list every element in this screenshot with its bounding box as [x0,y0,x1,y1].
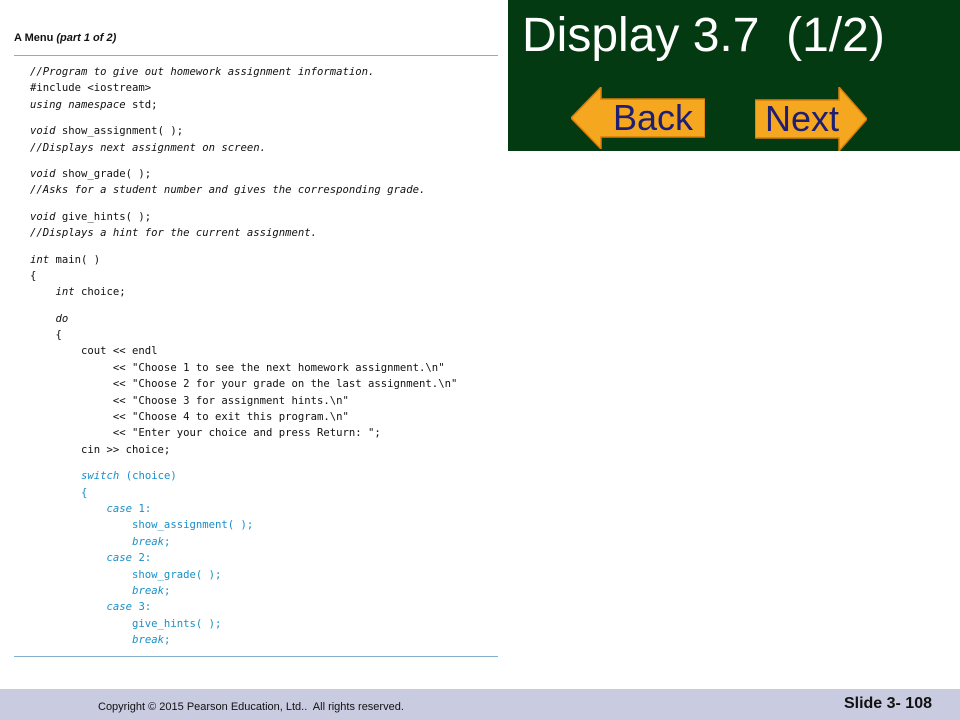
code-line: cout << endl [30,345,158,358]
code-line: using namespace std; [30,98,158,111]
code-line: //Program to give out homework assignmen… [30,66,375,78]
code-line: int main( ) [30,253,101,266]
code-line: void give_hints( ); [30,210,152,223]
code-line: do [55,312,69,325]
copyright-text: Copyright © 2015 Pearson Education, Ltd.… [98,701,404,713]
footer-bar: Copyright © 2015 Pearson Education, Ltd.… [0,689,960,720]
code-listing: //Program to give out homework assignmen… [30,64,500,649]
code-line: void show_grade( ); [30,167,152,180]
code-line: give_hints( ); [30,617,222,630]
top-rule [14,55,498,56]
code-line: show_assignment( ); [30,519,254,532]
code-line: { [30,329,62,342]
code-line: << "Choose 4 to exit this program.\n" [30,411,349,424]
code-line: show_grade( ); [30,568,222,581]
bottom-rule [14,656,498,657]
code-line: << "Choose 2 for your grade on the last … [30,378,458,391]
code-line: void show_assignment( ); [30,125,184,138]
title-panel: Display 3.7 (1/2) Back Next [508,0,960,151]
code-line: case 1: [106,502,152,515]
code-line: int choice; [55,286,126,299]
slide-number: Slide 3- 108 [843,695,932,712]
code-line: //Displays next assignment on screen. [30,141,266,154]
code-line: break; [132,634,171,647]
next-button[interactable]: Next [755,87,867,151]
slide-title: Display 3.7 (1/2) [522,9,885,62]
figure-caption: A Menu (part 1 of 2) [14,32,117,44]
code-line: cin >> choice; [30,443,171,456]
code-line: break; [132,584,171,597]
code-line: << "Choose 3 for assignment hints.\n" [30,394,349,407]
code-line: //Displays a hint for the current assign… [30,227,318,240]
code-line: { [30,269,37,282]
code-line: { [30,486,88,499]
code-line: //Asks for a student number and gives th… [30,184,426,197]
next-button-label: Next [764,98,840,139]
code-line: break; [132,535,171,548]
code-line: switch (choice) [81,470,177,483]
back-button[interactable]: Back [571,87,705,149]
code-figure: A Menu (part 1 of 2) //Program to give o… [14,28,498,658]
code-line: << "Enter your choice and press Return: … [30,427,381,440]
code-line: << "Choose 1 to see the next homework as… [30,361,445,374]
code-line: #include <iostream> [30,82,152,95]
code-line: case 3: [106,601,152,614]
back-button-label: Back [612,97,694,138]
code-line: case 2: [106,552,152,565]
